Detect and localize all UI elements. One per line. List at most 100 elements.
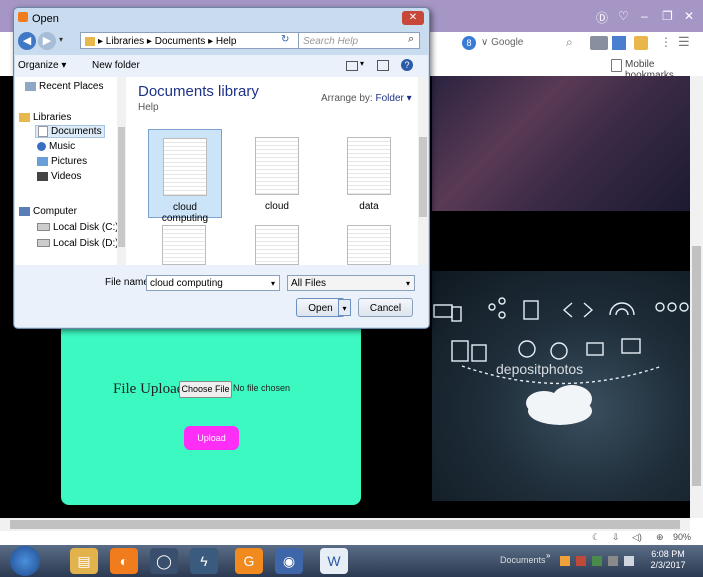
file-item[interactable]: cloud — [241, 129, 313, 216]
organize-menu[interactable]: Organize ▾ — [18, 60, 66, 71]
tray-icon[interactable] — [608, 556, 618, 566]
dialog-navigation: ◀ ▶ ▾ ▸ Libraries ▸ Documents ▸ Help ↻ S… — [18, 30, 424, 52]
horizontal-scrollbar[interactable] — [0, 518, 690, 531]
nav-libraries[interactable]: Libraries — [19, 112, 71, 123]
file-name-input[interactable]: cloud computing ▾ — [146, 275, 280, 291]
dialog-toolbar: Organize ▾ New folder ▾ ? — [15, 55, 428, 78]
taskbar-documents[interactable]: Documents — [500, 555, 546, 565]
taskbar-overflow-icon[interactable]: » — [546, 551, 550, 560]
scrollbar-thumb[interactable] — [118, 127, 125, 247]
dialog-body: Recent Places Libraries Documents Music … — [15, 77, 428, 265]
upload-button[interactable]: Upload — [184, 426, 239, 450]
app-icon — [18, 12, 28, 22]
media-player-icon[interactable]: ◉ — [275, 548, 303, 574]
view-options-icon[interactable] — [346, 61, 358, 71]
dialog-title: Open — [32, 13, 59, 25]
scrollbar-thumb[interactable] — [419, 137, 427, 217]
security-icon[interactable]: ◯ — [150, 548, 178, 574]
download-icon[interactable] — [612, 36, 626, 50]
download-icon[interactable]: ⇩ — [612, 532, 620, 543]
document-icon[interactable] — [162, 225, 206, 265]
nav-computer[interactable]: Computer — [19, 206, 77, 217]
clock-time: 6:08 PM — [651, 549, 685, 559]
volume-icon[interactable]: ◁) — [632, 532, 642, 543]
file-item[interactable]: data — [333, 129, 405, 216]
new-folder-button[interactable]: New folder — [92, 60, 140, 71]
documents-icon — [38, 126, 48, 137]
extension-icon[interactable] — [634, 36, 648, 50]
start-button[interactable] — [10, 546, 40, 576]
document-icon[interactable] — [347, 225, 391, 265]
nav-local-disk-c[interactable]: Local Disk (C:) — [37, 222, 119, 233]
wps-icon[interactable]: G — [235, 548, 263, 574]
refresh-icon[interactable]: ↻ — [281, 34, 289, 45]
hamburger-menu-icon[interactable]: ☰ — [678, 34, 690, 50]
maximize-button[interactable]: ❐ — [662, 9, 673, 23]
tray-icon[interactable] — [576, 556, 586, 566]
document-icon — [347, 137, 391, 195]
word-icon[interactable]: W — [320, 548, 348, 574]
file-item[interactable]: cloud computing — [148, 129, 222, 224]
nav-scrollbar[interactable] — [117, 77, 126, 265]
search-input[interactable]: Search Help — [298, 32, 420, 49]
file-explorer-icon[interactable]: ▤ — [70, 548, 98, 574]
recent-places-icon — [25, 81, 36, 91]
minimize-button[interactable]: – — [641, 9, 648, 23]
help-icon[interactable]: ? — [401, 59, 413, 71]
preview-pane-icon[interactable] — [377, 60, 389, 71]
breadcrumb[interactable]: ▸ Libraries ▸ Documents ▸ Help — [80, 32, 312, 49]
nav-music[interactable]: Music — [37, 141, 75, 152]
search-engine-dropdown[interactable]: ∨ Google — [481, 37, 523, 48]
nav-recent-places[interactable]: Recent Places — [25, 81, 103, 92]
chevron-down-icon[interactable]: ▾ — [271, 276, 275, 292]
file-type-select[interactable]: All Files ▾ — [287, 275, 415, 291]
library-title: Documents library — [138, 83, 259, 100]
nav-pictures[interactable]: Pictures — [37, 156, 87, 167]
nav-documents[interactable]: Documents — [35, 125, 105, 139]
image-watermark: depositphotos — [496, 361, 583, 377]
image-gap — [432, 211, 690, 271]
libraries-icon — [19, 112, 30, 122]
chevron-down-icon[interactable]: ▾ — [406, 276, 410, 292]
taskbar-clock[interactable]: 6:08 PM 2/3/2017 — [648, 549, 688, 571]
extension-icon[interactable]: Ⓓ — [596, 9, 608, 26]
file-scrollbar[interactable] — [418, 77, 428, 265]
search-engine-icon[interactable]: 8 — [462, 36, 476, 50]
zoom-icon[interactable]: ⊕ — [656, 532, 664, 543]
disk-icon — [37, 239, 50, 248]
nav-local-disk-d[interactable]: Local Disk (D:) — [37, 238, 119, 249]
arrange-by-dropdown[interactable]: Folder ▾ — [375, 93, 411, 104]
tray-icon[interactable] — [560, 556, 570, 566]
file-upload-label: File Upload: — [113, 381, 189, 397]
more-menu-icon[interactable]: ⋮ — [660, 35, 672, 49]
scrollbar-thumb[interactable] — [692, 246, 701, 486]
view-dropdown-icon[interactable]: ▾ — [360, 59, 364, 68]
zoom-level: 90% — [673, 532, 692, 542]
dialog-close-button[interactable]: ✕ — [402, 11, 424, 25]
recent-dropdown-icon[interactable]: ▾ — [59, 35, 63, 44]
cancel-button[interactable]: Cancel — [358, 298, 413, 317]
mail-icon[interactable] — [590, 36, 608, 50]
flash-icon[interactable]: ϟ — [190, 548, 218, 574]
back-button[interactable]: ◀ — [18, 32, 36, 50]
favorite-icon[interactable]: ♡ — [618, 9, 629, 23]
no-file-text: No file chosen — [233, 383, 291, 393]
file-name-label: File name: — [105, 277, 152, 288]
close-button[interactable]: ✕ — [684, 9, 694, 23]
choose-file-button[interactable]: Choose File — [179, 381, 232, 398]
network-icons-illustration: depositphotos — [433, 297, 689, 425]
night-mode-icon[interactable]: ☾ — [592, 532, 600, 543]
browser-icon[interactable]: ◐ — [110, 548, 138, 574]
pictures-icon — [37, 156, 48, 166]
open-options-dropdown[interactable]: ▾ — [338, 299, 351, 316]
nav-videos[interactable]: Videos — [37, 171, 81, 182]
forward-button[interactable]: ▶ — [38, 32, 56, 50]
document-icon[interactable] — [255, 225, 299, 265]
scrollbar-thumb[interactable] — [10, 520, 680, 529]
network-icon[interactable] — [592, 556, 602, 566]
search-icon[interactable]: ⌕ — [566, 35, 573, 50]
vertical-scrollbar[interactable] — [690, 76, 703, 518]
folder-icon — [85, 36, 95, 46]
volume-icon[interactable] — [624, 556, 634, 566]
city-lights-image — [432, 76, 690, 211]
